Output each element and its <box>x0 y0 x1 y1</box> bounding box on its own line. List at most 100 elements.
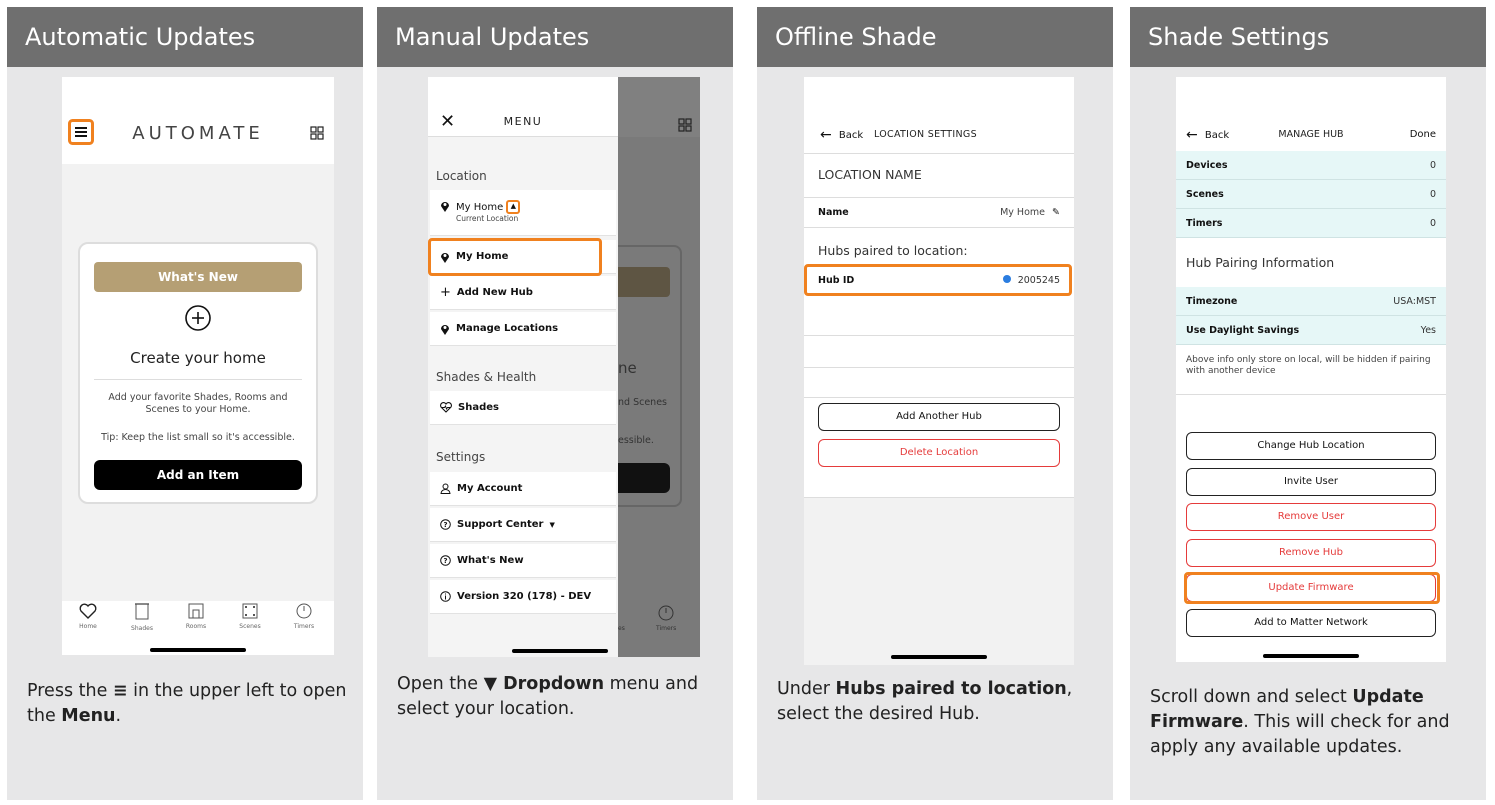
home-indicator <box>891 655 987 659</box>
panel-title: Manual Updates <box>377 7 733 67</box>
heart-icon <box>79 603 97 619</box>
caption: Open the ▼ Dropdown menu and select your… <box>397 672 717 722</box>
menu-header: ✕ MENU <box>428 77 618 137</box>
add-new-hub-label: Add New Hub <box>456 287 533 298</box>
my-account[interactable]: My Account <box>430 472 616 506</box>
whats-new-item[interactable]: ? What's New <box>430 544 616 578</box>
caption-text: Scroll down and select <box>1150 687 1353 707</box>
tab-rooms[interactable]: Rooms <box>170 603 222 630</box>
card-text: Add your favorite Shades, Rooms and Scen… <box>108 392 288 415</box>
pencil-icon[interactable]: ✎ <box>1052 207 1060 218</box>
caption-text: Press the <box>27 681 113 701</box>
divider <box>804 335 1074 336</box>
caption-bold: ≡ <box>112 681 128 701</box>
clock-icon <box>296 603 312 619</box>
highlight-box <box>1184 572 1440 604</box>
panel-shade-settings: Shade Settings ← Back MANAGE HUB Done De… <box>1130 7 1486 800</box>
dimmed-background: ne nd Scenes essible. es Timers <box>618 77 700 657</box>
row-key: Scenes <box>1186 188 1224 200</box>
panel-offline-shade: Offline Shade ← Back LOCATION SETTINGS L… <box>757 7 1113 800</box>
row-key: Use Daylight Savings <box>1186 324 1300 336</box>
change-hub-location-button[interactable]: Change Hub Location <box>1186 432 1436 460</box>
phone-screen-location-settings: ← Back LOCATION SETTINGS LOCATION NAME N… <box>804 77 1074 665</box>
tab-home[interactable]: Home <box>62 603 114 630</box>
plus-circle-icon[interactable] <box>184 304 212 336</box>
tab-rooms-label: Rooms <box>185 623 207 630</box>
back-button[interactable]: ← Back <box>820 127 863 143</box>
caption: Under Hubs paired to location, select th… <box>777 677 1097 727</box>
add-item-button[interactable]: Add an Item <box>94 460 302 490</box>
arrow-left-icon: ← <box>820 127 832 143</box>
row-key: Timezone <box>1186 295 1238 307</box>
current-location-sub: Current Location <box>456 214 519 223</box>
room-icon <box>188 603 204 619</box>
manage-locations-label: Manage Locations <box>456 323 559 334</box>
whats-new-item-label: What's New <box>457 555 524 566</box>
delete-location-button[interactable]: Delete Location <box>818 439 1060 467</box>
shade-icon <box>135 603 149 620</box>
add-to-matter-network-button[interactable]: Add to Matter Network <box>1186 609 1436 637</box>
tab-timers-label: Timers <box>293 623 315 630</box>
remove-user-button[interactable]: Remove User <box>1186 503 1436 531</box>
tab-shades-label: Shades <box>131 625 153 632</box>
heart-pulse-icon <box>440 402 452 413</box>
remove-hub-button[interactable]: Remove Hub <box>1186 539 1436 567</box>
add-new-hub[interactable]: + Add New Hub <box>430 276 616 310</box>
name-value-wrap: My Home ✎ <box>1000 207 1060 218</box>
support-center-label: Support Center <box>457 519 544 530</box>
home-indicator <box>150 648 246 652</box>
whats-new-button[interactable]: What's New <box>94 262 302 292</box>
row-value: 0 <box>1429 217 1436 229</box>
behind-text: nd Scenes <box>618 397 667 408</box>
screen-title: LOCATION SETTINGS <box>874 129 977 140</box>
name-key: Name <box>818 206 849 218</box>
divider <box>804 197 1074 198</box>
tab-shades[interactable]: Shades <box>116 603 168 632</box>
caption-bold: Menu <box>61 706 116 726</box>
back-label: Back <box>838 130 864 141</box>
highlight-box <box>804 264 1072 296</box>
row-value: 0 <box>1429 159 1436 171</box>
phone-screen-menu: ne nd Scenes essible. es Timers ✕ MENU L… <box>428 77 700 657</box>
version-label: Version 320 (178) - DEV <box>457 591 592 602</box>
screen-title: MANAGE HUB <box>1278 129 1344 140</box>
row-key: Timers <box>1186 217 1223 229</box>
svg-text:?: ? <box>443 521 447 529</box>
info-row: Timezone USA:MST <box>1176 287 1446 316</box>
behind-tab: Timers <box>656 625 677 632</box>
chevron-down-icon[interactable]: ▼ <box>549 521 554 529</box>
caption-text: Open the <box>397 674 484 694</box>
pin-icon <box>441 324 449 335</box>
row-key: Devices <box>1186 159 1228 171</box>
grid-icon <box>678 117 692 136</box>
done-button[interactable]: Done <box>1410 129 1436 140</box>
tab-scenes[interactable]: Scenes <box>224 603 276 630</box>
tab-timers[interactable]: Timers <box>278 603 330 630</box>
row-value: Yes <box>1420 324 1436 336</box>
card-tip: Tip: Keep the list small so it's accessi… <box>101 432 295 443</box>
shades-item[interactable]: Shades <box>430 391 616 425</box>
divider <box>804 227 1074 228</box>
behind-text: ne <box>618 359 637 377</box>
phone-screen-manage-hub: ← Back MANAGE HUB Done Devices 0 Scenes … <box>1176 77 1446 662</box>
behind-tab: es <box>618 625 625 632</box>
clock-icon <box>658 605 674 625</box>
info-row: Scenes 0 <box>1176 180 1446 209</box>
empty-area <box>804 498 1074 665</box>
add-another-hub-button[interactable]: Add Another Hub <box>818 403 1060 431</box>
divider <box>804 367 1074 368</box>
current-location[interactable]: My Home ▲ Current Location <box>430 190 616 236</box>
support-center[interactable]: ? Support Center ▼ <box>430 508 616 542</box>
home-indicator <box>1263 654 1359 658</box>
version-item: Version 320 (178) - DEV <box>430 580 616 614</box>
tab-bar: Home Shades Rooms Scenes Timers <box>62 603 334 643</box>
location-name-row[interactable]: Name My Home ✎ <box>804 199 1074 225</box>
plus-icon: + <box>440 285 451 300</box>
grid-icon[interactable] <box>310 125 324 144</box>
divider <box>804 153 1074 154</box>
dropdown-caret-icon[interactable]: ▲ <box>506 200 521 214</box>
invite-user-button[interactable]: Invite User <box>1186 468 1436 496</box>
divider <box>1176 394 1446 395</box>
my-account-label: My Account <box>457 483 523 494</box>
manage-locations[interactable]: Manage Locations <box>430 312 616 346</box>
